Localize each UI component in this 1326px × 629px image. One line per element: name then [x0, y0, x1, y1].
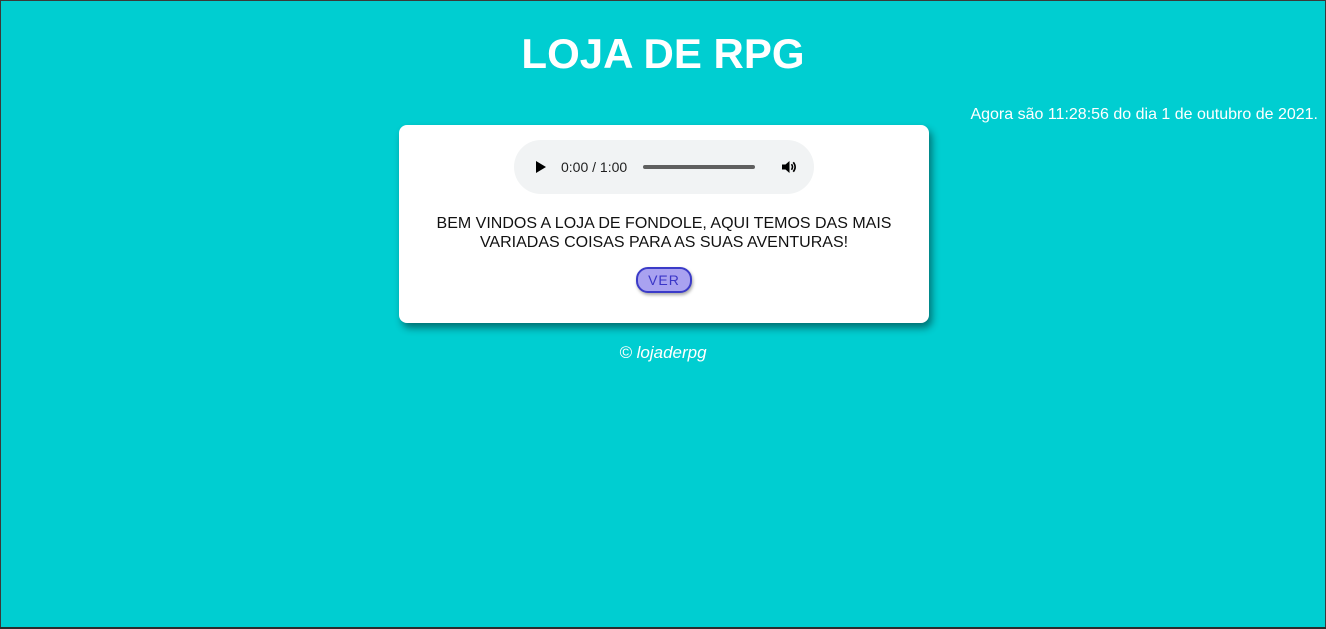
- audio-player[interactable]: 0:00 / 1:00: [514, 140, 814, 194]
- audio-progress-bar[interactable]: [643, 165, 755, 169]
- current-time-text: Agora são 11:28:56 do dia 1 de outubro d…: [970, 106, 1318, 123]
- welcome-line-2: VARIADAS COISAS PARA AS SUAS AVENTURAS!: [479, 234, 849, 251]
- ver-button[interactable]: VER: [636, 267, 692, 293]
- footer-copyright: © lojaderpg: [619, 343, 707, 362]
- volume-icon[interactable]: [781, 159, 797, 175]
- audio-time: 0:00 / 1:00: [561, 159, 628, 175]
- welcome-card: 0:00 / 1:00 BEM VINDOS A LOJA DE FONDOLE…: [399, 125, 929, 323]
- play-icon[interactable]: [536, 161, 546, 173]
- welcome-message: BEM VINDOS A LOJA DE FONDOLE, AQUI TEMOS…: [399, 214, 929, 252]
- welcome-line-1: BEM VINDOS A LOJA DE FONDOLE, AQUI TEMOS…: [436, 215, 892, 232]
- page-title: LOJA DE RPG: [521, 30, 805, 77]
